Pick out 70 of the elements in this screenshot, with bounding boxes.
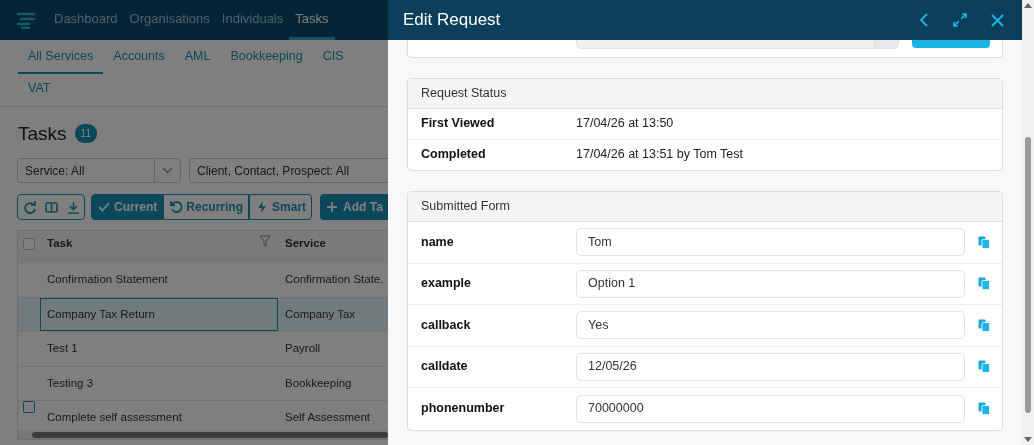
field-value: 17/04/26 at 13:50 [576, 115, 674, 133]
filter-icon[interactable] [259, 234, 271, 247]
view-mode-button[interactable]: Recurring [163, 194, 250, 220]
copy-icon[interactable] [978, 235, 990, 249]
table-cell-text: Bookkeeping [284, 375, 352, 391]
service-tab[interactable]: VAT [18, 73, 61, 106]
expand-icon[interactable] [953, 13, 967, 27]
table-cell-text: Payroll [284, 341, 321, 357]
column-header: Service [285, 236, 326, 249]
check-icon [97, 200, 111, 214]
drawer-title: Edit Request [403, 9, 502, 32]
field-label: example [420, 275, 473, 293]
scroll-up-icon[interactable] [1024, 3, 1032, 8]
service-select[interactable]: Service: All [17, 158, 181, 183]
checkbox-icon[interactable] [23, 237, 35, 250]
field-label: name [420, 233, 455, 251]
card-header: Submitted Form [408, 192, 1002, 222]
vertical-scrollbar[interactable] [1022, 0, 1034, 445]
plus-icon [326, 201, 339, 213]
column-header: Task [47, 235, 73, 251]
filter-field[interactable]: Client, Contact, Prospect: All [189, 158, 388, 183]
table-cell-text: Testing 3 [46, 375, 95, 391]
text-field[interactable]: 12/05/26 [576, 352, 965, 381]
copy-icon[interactable] [978, 360, 990, 374]
table-cell-text: Complete self assessment [46, 410, 183, 425]
copy-icon[interactable] [978, 402, 990, 416]
checkbox-icon[interactable] [23, 401, 35, 413]
text-field[interactable]: Yes [576, 311, 965, 340]
field-label: calldate [420, 358, 469, 376]
nav-link[interactable]: Dashboard [48, 0, 124, 40]
view-mode-button[interactable]: Current [91, 194, 164, 220]
page-title: Tasks [18, 121, 67, 146]
field-value: 17/04/26 at 13:51 by Tom Test [576, 146, 744, 164]
nav-link[interactable]: Organisations [123, 0, 216, 40]
columns-icon[interactable] [43, 199, 59, 215]
chevron-left-icon[interactable] [919, 13, 929, 27]
field-label: phonenumber [420, 400, 506, 418]
chevron-down-icon [162, 167, 173, 174]
horizontal-scrollbar[interactable] [18, 430, 388, 439]
table-cell-text: Confirmation State. [284, 272, 384, 288]
add-task-button[interactable]: Add Ta [320, 194, 388, 220]
copy-icon[interactable] [978, 318, 990, 332]
service-tab[interactable]: Bookkeeping [220, 42, 313, 74]
text-field[interactable]: 70000000 [576, 394, 965, 423]
copy-icon[interactable] [978, 277, 990, 291]
view-mode-button[interactable]: Smart [249, 194, 313, 220]
card-header: Request Status [408, 79, 1002, 109]
scroll-down-icon[interactable] [1024, 437, 1032, 442]
field-label: First Viewed [420, 115, 496, 133]
service-tab[interactable]: Accounts [103, 42, 175, 74]
text-field[interactable]: Option 1 [576, 269, 965, 298]
field-label: callback [420, 316, 472, 334]
menu-logo-icon[interactable] [16, 11, 36, 29]
field-label: Completed [420, 146, 487, 164]
service-tab[interactable]: AML [174, 42, 221, 74]
table-cell: Company Tax Return [40, 297, 278, 331]
service-tab[interactable]: CIS [312, 42, 354, 74]
undo-icon [169, 200, 184, 214]
download-icon[interactable] [65, 199, 81, 215]
table-cell-text: Self Assessment [284, 410, 370, 425]
service-tab[interactable]: All Services [18, 42, 104, 74]
table-cell-text: Company Tax [284, 306, 356, 322]
count-badge: 11 [74, 124, 97, 144]
nav-link[interactable]: Tasks [289, 0, 335, 40]
nav-link[interactable]: Individuals [215, 0, 290, 40]
table-cell-text: Test 1 [46, 341, 79, 357]
table-cell-text: Confirmation Statement [46, 272, 169, 288]
text-field[interactable]: Tom [576, 228, 965, 257]
close-icon[interactable] [991, 13, 1004, 27]
refresh-icon[interactable] [21, 199, 37, 215]
